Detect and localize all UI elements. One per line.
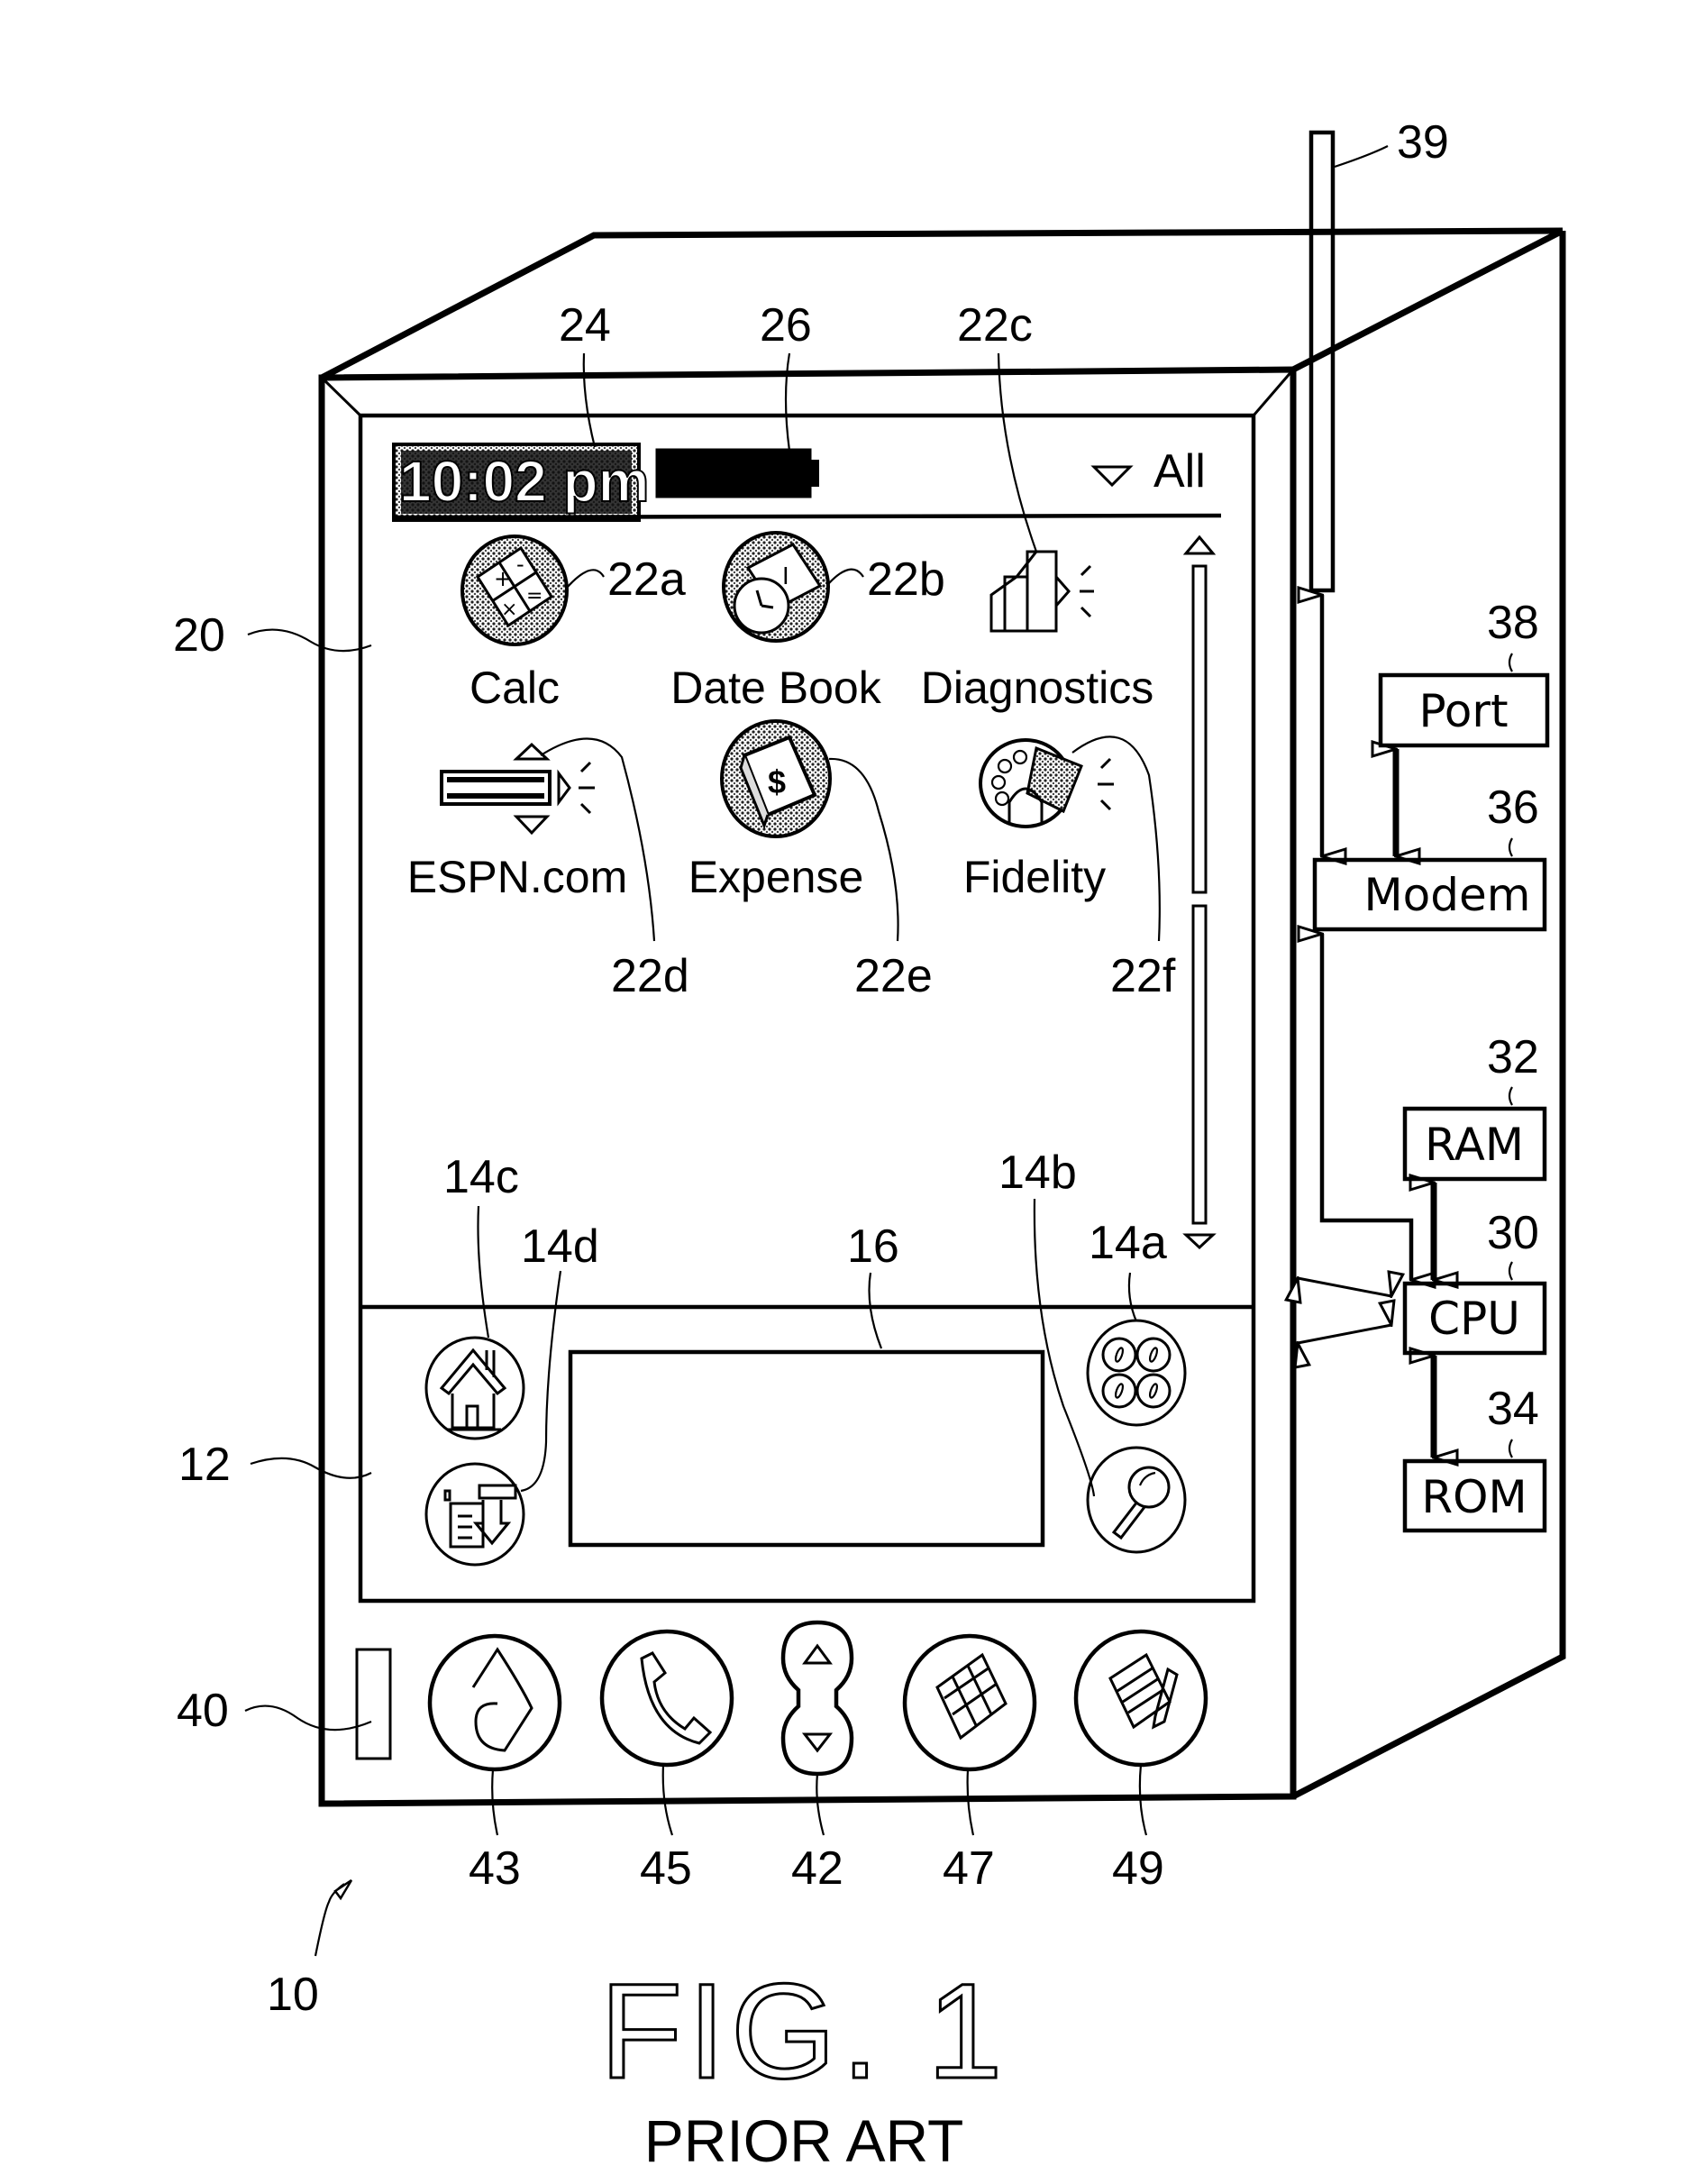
ref-47: 47 bbox=[943, 1842, 995, 1895]
ref-42: 42 bbox=[791, 1842, 843, 1895]
ref-22d: 22d bbox=[611, 950, 689, 1002]
scroll-track-lower[interactable] bbox=[1191, 904, 1208, 1225]
espn-logo-icon[interactable] bbox=[440, 742, 595, 836]
svg-text:CPU: CPU bbox=[1428, 1293, 1520, 1345]
rocker-up-arrow-icon[interactable] bbox=[802, 1643, 833, 1665]
ref-39: 39 bbox=[1397, 116, 1449, 169]
hardware-button-45[interactable] bbox=[599, 1629, 734, 1768]
rom-block: ROM bbox=[1402, 1458, 1547, 1533]
scrollbar[interactable] bbox=[1182, 535, 1217, 1250]
phone-handset-icon bbox=[640, 1651, 713, 1745]
ref-22b: 22b bbox=[867, 553, 945, 606]
status-bar: 10:02 pm All bbox=[392, 443, 1222, 522]
time-text: 10:02 pm bbox=[399, 449, 649, 514]
home-button[interactable] bbox=[424, 1336, 525, 1440]
applications-button[interactable] bbox=[1086, 1319, 1187, 1427]
ref-32: 32 bbox=[1487, 1031, 1539, 1083]
ref-14c: 14c bbox=[443, 1151, 519, 1203]
ref-38: 38 bbox=[1487, 597, 1539, 649]
app-label[interactable]: Diagnostics bbox=[921, 663, 1153, 713]
status-separator bbox=[393, 513, 1222, 520]
app-label[interactable]: Date Book bbox=[670, 663, 881, 713]
menu-four-circles-icon bbox=[1101, 1337, 1172, 1409]
menu-button[interactable] bbox=[424, 1462, 525, 1567]
ram-block: RAM bbox=[1402, 1106, 1547, 1182]
app-label[interactable]: Fidelity bbox=[963, 852, 1106, 902]
menu-doc-arrow-icon bbox=[443, 1484, 517, 1549]
app-label[interactable]: Calc bbox=[470, 663, 560, 713]
svg-text:RAM: RAM bbox=[1425, 1119, 1524, 1171]
ref-16: 16 bbox=[847, 1220, 899, 1273]
notepad-pencil-icon bbox=[1108, 1652, 1179, 1730]
category-dropdown-label[interactable]: All bbox=[1153, 445, 1206, 498]
svg-text:=: = bbox=[526, 585, 542, 608]
ref-26: 26 bbox=[760, 299, 812, 352]
hardware-button-43[interactable] bbox=[427, 1633, 562, 1772]
svg-text:-: - bbox=[516, 552, 524, 577]
figure-title: FIG. 1 bbox=[600, 1955, 1008, 2106]
battery-icon bbox=[655, 448, 819, 498]
category-dropdown[interactable]: All bbox=[1090, 445, 1206, 498]
fidelity-group-icon[interactable] bbox=[979, 738, 1114, 828]
ref-12: 12 bbox=[178, 1439, 231, 1491]
cpu-block: CPU bbox=[1402, 1281, 1547, 1356]
ref-43: 43 bbox=[469, 1842, 521, 1895]
ref-34: 34 bbox=[1487, 1383, 1539, 1435]
svg-text:+: + bbox=[494, 566, 512, 591]
grid-calendar-icon bbox=[935, 1652, 1008, 1741]
hardware-button-47[interactable] bbox=[902, 1633, 1037, 1772]
app-expense[interactable]: $ Expense bbox=[688, 719, 864, 902]
home-icon bbox=[439, 1348, 507, 1431]
ref-14a: 14a bbox=[1089, 1217, 1167, 1269]
app-calc[interactable]: + - × = Calc bbox=[460, 535, 569, 713]
svg-text:ROM: ROM bbox=[1421, 1471, 1527, 1523]
ref-14b: 14b bbox=[998, 1147, 1077, 1199]
rocker-down-arrow-icon[interactable] bbox=[801, 1732, 834, 1753]
app-espn[interactable]: ESPN.com bbox=[407, 742, 628, 902]
svg-text:Port: Port bbox=[1418, 685, 1508, 737]
app-date-book[interactable]: I Date Book bbox=[670, 531, 882, 713]
find-button[interactable] bbox=[1086, 1446, 1187, 1554]
ref-22f: 22f bbox=[1110, 950, 1176, 1002]
svg-text:I: I bbox=[782, 563, 789, 590]
ref-45: 45 bbox=[640, 1842, 692, 1895]
indicator-slot bbox=[355, 1648, 392, 1760]
ref-22c: 22c bbox=[957, 299, 1033, 352]
hardware-buttons bbox=[355, 1620, 1208, 1777]
app-diagnostics[interactable]: Diagnostics bbox=[921, 550, 1153, 713]
graffiti-writing-area[interactable] bbox=[568, 1349, 1045, 1548]
app-label[interactable]: ESPN.com bbox=[407, 852, 628, 902]
dropdown-triangle-icon[interactable] bbox=[1090, 465, 1134, 488]
svg-text:$: $ bbox=[768, 763, 786, 800]
scroll-track-upper[interactable] bbox=[1191, 564, 1208, 894]
scroll-down-arrow-icon[interactable] bbox=[1182, 1233, 1217, 1250]
hardware-button-49[interactable] bbox=[1073, 1629, 1208, 1768]
scroll-up-arrow-icon[interactable] bbox=[1182, 535, 1217, 555]
ref-30: 30 bbox=[1487, 1207, 1539, 1259]
music-note-icon bbox=[471, 1647, 533, 1752]
patent-figure: 10:02 pm All + - × = Calc I Date Book Di… bbox=[173, 116, 1566, 2175]
port-block: Port bbox=[1378, 672, 1550, 748]
ref-22e: 22e bbox=[854, 950, 933, 1002]
figure-caption: FIG. 1 PRIOR ART bbox=[598, 1954, 1008, 2175]
ref-10: 10 bbox=[267, 1969, 319, 2021]
ref-14d: 14d bbox=[521, 1220, 599, 1273]
svg-text:Modem: Modem bbox=[1364, 869, 1531, 921]
bar-chart-icon[interactable] bbox=[989, 550, 1094, 633]
app-label[interactable]: Expense bbox=[688, 852, 864, 902]
magnifier-search-icon bbox=[1111, 1466, 1171, 1540]
input-area bbox=[424, 1319, 1187, 1567]
scroll-rocker-button[interactable] bbox=[780, 1620, 854, 1777]
ref-24: 24 bbox=[559, 299, 611, 352]
ref-20: 20 bbox=[173, 609, 225, 662]
ref-49: 49 bbox=[1112, 1842, 1164, 1895]
ref-36: 36 bbox=[1487, 781, 1539, 834]
ref-40: 40 bbox=[177, 1685, 229, 1737]
svg-text:×: × bbox=[501, 599, 517, 621]
ref-22a: 22a bbox=[607, 553, 686, 606]
app-fidelity[interactable]: Fidelity bbox=[963, 738, 1114, 902]
modem-block: Modem bbox=[1312, 857, 1547, 932]
figure-subtitle: PRIOR ART bbox=[644, 2107, 964, 2174]
